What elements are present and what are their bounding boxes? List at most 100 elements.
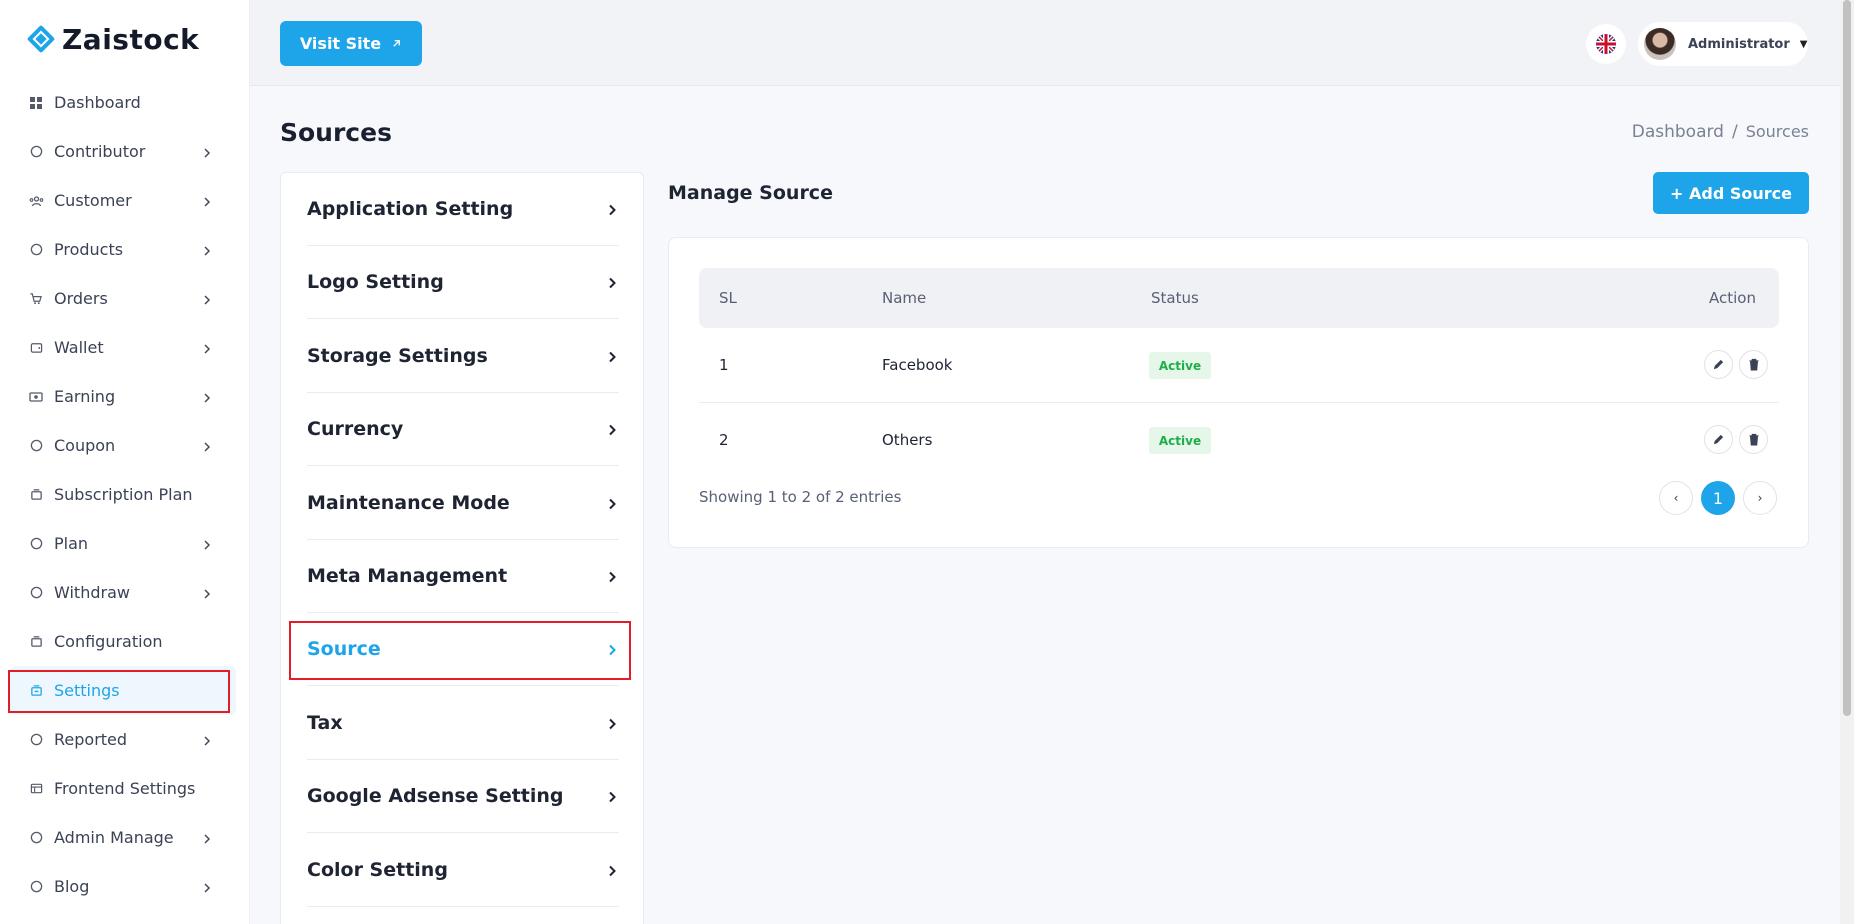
sidebar-item-admin-manage[interactable]: Admin Manage [10,813,236,862]
external-link-icon [393,40,401,47]
sidebar-item-label: Admin Manage [54,828,174,847]
sidebar-item-dashboard[interactable]: Dashboard [10,78,236,127]
chevron-right-icon [200,537,214,551]
sidebar-item-reported[interactable]: Reported [10,715,236,764]
chevron-right-icon [605,642,619,656]
settings-menu-label: Application Setting [307,198,514,220]
chevron-right-icon [605,863,619,877]
sidebar-item-plan[interactable]: Plan [10,519,236,568]
logo[interactable]: Zaistock [0,0,249,78]
sidebar-item-label: Blog [54,877,90,896]
breadcrumb: Dashboard / Sources [1632,122,1809,142]
settings-menu-label: Source [307,638,381,661]
pagination-prev-button[interactable]: ‹ [1659,481,1693,515]
page-title: Sources [280,118,392,147]
cart-icon [28,291,44,307]
circle-p-icon [28,242,44,258]
settings-menu-label: Storage Settings [307,344,488,367]
settings-menu-item-color-setting[interactable]: Color Setting [307,834,619,907]
settings-menu-label: Currency [307,418,404,441]
sidebar-item-label: Plan [54,534,89,553]
sidebar-item-configuration[interactable]: Configuration [10,617,236,666]
top-header: Visit Site Administrator ▼ [250,0,1854,86]
settings-menu-item-storage-settings[interactable]: Storage Settings [307,320,619,393]
sidebar-item-earning[interactable]: Earning [10,372,236,421]
delete-button[interactable] [1739,350,1768,379]
settings-menu-item-application-setting[interactable]: Application Setting [307,173,619,246]
sidebar-item-products[interactable]: Products [10,225,236,274]
settings-icon [28,683,44,699]
sidebar-item-wallet[interactable]: Wallet [10,323,236,372]
visit-site-button[interactable]: Visit Site [280,21,422,66]
settings-menu-item-meta-management[interactable]: Meta Management [307,540,619,613]
entries-info: Showing 1 to 2 of 2 entries [699,488,902,506]
settings-menu-label: Logo Setting [307,271,444,294]
sidebar-item-customer[interactable]: Customer [10,176,236,225]
edit-button[interactable] [1704,350,1733,379]
sidebar-item-blog[interactable]: Blog [10,862,236,911]
sidebar-item-label: Configuration [54,632,163,651]
table-row: 1 Facebook Active [699,328,1779,403]
settings-menu-item-google-adsense-setting[interactable]: Google Adsense Setting [307,760,619,834]
chevron-right-icon [605,275,619,289]
chevron-right-icon [200,831,214,845]
chevron-right-icon [200,586,214,600]
admin-icon [28,830,44,846]
settings-menu: Application Setting Logo Setting Storage S… [280,172,644,924]
sidebar-item-label: Coupon [54,436,116,455]
coupon-icon [28,438,44,454]
chevron-right-icon [200,439,214,453]
chevron-right-icon [200,341,214,355]
settings-menu-item-currency[interactable]: Currency [307,393,619,467]
sidebar-item-label: Subscription Plan [54,485,193,504]
avatar [1644,28,1676,60]
settings-menu-label: Google Adsense Setting [307,785,564,808]
user-pen-icon [28,144,44,160]
manage-source-title: Manage Source [668,182,833,204]
column-sl: SL [719,289,737,307]
settings-menu-item-source[interactable]: Source [289,613,631,687]
logo-icon [26,24,56,54]
delete-button[interactable] [1739,425,1768,454]
settings-menu-item-tax[interactable]: Tax [307,687,619,760]
scrollbar-thumb[interactable] [1843,0,1851,716]
column-name: Name [882,289,927,307]
stack-icon [28,634,44,650]
visit-site-label: Visit Site [299,34,382,53]
chevron-right-icon [605,569,619,583]
grid-icon [28,95,44,111]
trash-icon [1748,358,1759,371]
sidebar-item-label: Earning [54,387,116,406]
sidebar-item-settings[interactable]: Settings [8,666,236,715]
page-scrollbar[interactable] [1840,0,1854,924]
settings-menu-label: Color Setting [307,858,448,881]
settings-menu-item-maintenance-mode[interactable]: Maintenance Mode [307,467,619,540]
sidebar-item-frontend-settings[interactable]: Frontend Settings [10,764,236,813]
sidebar-item-coupon[interactable]: Coupon [10,421,236,470]
uk-flag-icon [1596,34,1616,54]
pagination-page-1[interactable]: 1 [1701,481,1735,515]
sidebar-item-withdraw[interactable]: Withdraw [10,568,236,617]
add-source-button[interactable]: + Add Source [1653,172,1809,214]
sidebar-item-label: Withdraw [54,583,130,602]
chevron-right-icon [605,349,619,363]
breadcrumb-current: Sources [1745,122,1809,141]
edit-button[interactable] [1704,425,1733,454]
sidebar-item-orders[interactable]: Orders [10,274,236,323]
chevron-right-icon [605,422,619,436]
breadcrumb-separator: / [1731,122,1738,142]
logo-text: Zaistock [62,22,200,56]
chevron-right-icon [200,880,214,894]
sidebar-item-contributor[interactable]: Contributor [10,127,236,176]
user-menu[interactable]: Administrator ▼ [1638,22,1808,66]
chevron-right-icon [200,733,214,747]
chevron-right-icon [605,202,619,216]
language-selector[interactable] [1586,24,1626,64]
trash-icon [1748,433,1759,446]
layout-icon [28,781,44,797]
settings-menu-item-logo-setting[interactable]: Logo Setting [307,246,619,320]
pagination-next-button[interactable]: › [1743,481,1777,515]
sidebar-item-subscription-plan[interactable]: Subscription Plan [10,470,236,519]
breadcrumb-dashboard[interactable]: Dashboard [1632,122,1724,142]
stack-icon [28,487,44,503]
